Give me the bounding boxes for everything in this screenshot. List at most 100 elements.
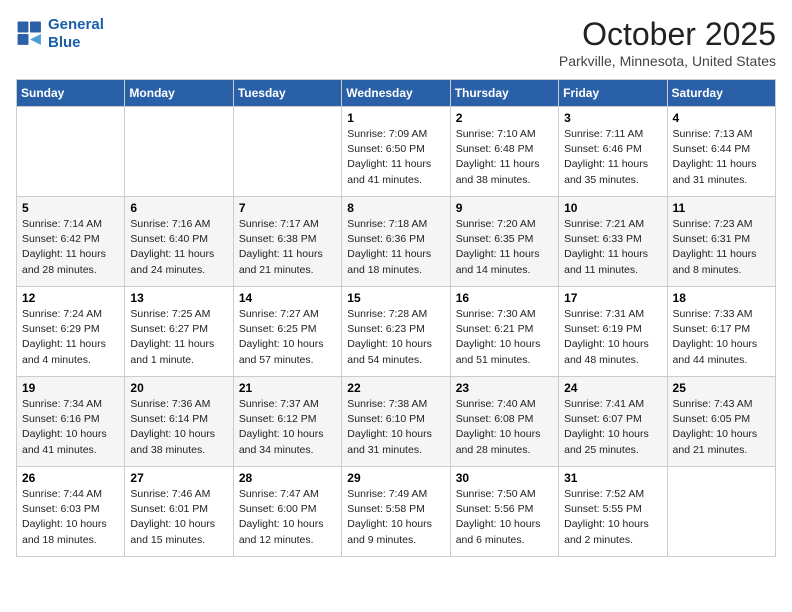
- calendar-cell: 15Sunrise: 7:28 AM Sunset: 6:23 PM Dayli…: [342, 287, 450, 377]
- day-number: 23: [456, 381, 553, 395]
- day-number: 1: [347, 111, 444, 125]
- day-number: 26: [22, 471, 119, 485]
- calendar-cell: 22 Sunrise: 7:38 AM Sunset: 6:10 PM Dayli…: [342, 377, 450, 467]
- calendar-cell: 27 Sunrise: 7:46 AM Sunset: 6:01 PM Dayli…: [125, 467, 233, 557]
- calendar-cell: 19Sunrise: 7:34 AM Sunset: 6:16 PM Dayli…: [17, 377, 125, 467]
- day-number: 22: [347, 381, 444, 395]
- day-number: 7: [239, 201, 336, 215]
- day-number: 3: [564, 111, 661, 125]
- calendar-cell: 31Sunrise: 7:52 AM Sunset: 5:55 PM Dayli…: [559, 467, 667, 557]
- calendar-cell: 3 Sunrise: 7:11 AM Sunset: 6:46 PM Daylig…: [559, 107, 667, 197]
- day-info: Sunrise: 7:17 AM Sunset: 6:38 PM Dayligh…: [239, 217, 336, 278]
- calendar-cell: 25 Sunrise: 7:43 AM Sunset: 6:05 PM Dayli…: [667, 377, 775, 467]
- calendar-cell: 24 Sunrise: 7:41 AM Sunset: 6:07 PM Dayli…: [559, 377, 667, 467]
- day-info: Sunrise: 7:27 AM Sunset: 6:25 PM Dayligh…: [239, 307, 336, 368]
- day-number: 10: [564, 201, 661, 215]
- day-info: Sunrise: 7:30 AM Sunset: 6:21 PM Dayligh…: [456, 307, 553, 368]
- calendar-cell: 20 Sunrise: 7:36 AM Sunset: 6:14 PM Dayli…: [125, 377, 233, 467]
- day-info: Sunrise: 7:41 AM Sunset: 6:07 PM Dayligh…: [564, 397, 661, 458]
- day-number: 21: [239, 381, 336, 395]
- day-info: Sunrise: 7:46 AM Sunset: 6:01 PM Dayligh…: [130, 487, 227, 548]
- calendar-cell: 23 Sunrise: 7:40 AM Sunset: 6:08 PM Dayli…: [450, 377, 558, 467]
- calendar-cell: 28Sunrise: 7:47 AM Sunset: 6:00 PM Dayli…: [233, 467, 341, 557]
- calendar-cell: 16 Sunrise: 7:30 AM Sunset: 6:21 PM Dayli…: [450, 287, 558, 377]
- calendar-cell: 18 Sunrise: 7:33 AM Sunset: 6:17 PM Dayli…: [667, 287, 775, 377]
- day-number: 30: [456, 471, 553, 485]
- calendar-cell: 2 Sunrise: 7:10 AM Sunset: 6:48 PM Daylig…: [450, 107, 558, 197]
- title-area: October 2025 Parkville, Minnesota, Unite…: [559, 16, 776, 69]
- calendar-cell: 29 Sunrise: 7:49 AM Sunset: 5:58 PM Dayli…: [342, 467, 450, 557]
- day-number: 5: [22, 201, 119, 215]
- day-info: Sunrise: 7:24 AM Sunset: 6:29 PM Dayligh…: [22, 307, 119, 368]
- day-info: Sunrise: 7:33 AM Sunset: 6:17 PM Dayligh…: [673, 307, 770, 368]
- day-info: Sunrise: 7:23 AM Sunset: 6:31 PM Dayligh…: [673, 217, 770, 278]
- day-number: 18: [673, 291, 770, 305]
- day-number: 8: [347, 201, 444, 215]
- day-number: 20: [130, 381, 227, 395]
- day-info: Sunrise: 7:25 AM Sunset: 6:27 PM Dayligh…: [130, 307, 227, 368]
- day-number: 25: [673, 381, 770, 395]
- col-header-friday: Friday: [559, 80, 667, 107]
- logo-text: General Blue: [48, 16, 104, 52]
- day-info: Sunrise: 7:38 AM Sunset: 6:10 PM Dayligh…: [347, 397, 444, 458]
- week-row-4: 19Sunrise: 7:34 AM Sunset: 6:16 PM Dayli…: [17, 377, 776, 467]
- day-header-row: SundayMondayTuesdayWednesdayThursdayFrid…: [17, 80, 776, 107]
- day-info: Sunrise: 7:40 AM Sunset: 6:08 PM Dayligh…: [456, 397, 553, 458]
- calendar-cell: 7 Sunrise: 7:17 AM Sunset: 6:38 PM Daylig…: [233, 197, 341, 287]
- calendar-cell: 6 Sunrise: 7:16 AM Sunset: 6:40 PM Daylig…: [125, 197, 233, 287]
- day-info: Sunrise: 7:16 AM Sunset: 6:40 PM Dayligh…: [130, 217, 227, 278]
- calendar-cell: 5 Sunrise: 7:14 AM Sunset: 6:42 PM Daylig…: [17, 197, 125, 287]
- col-header-saturday: Saturday: [667, 80, 775, 107]
- calendar-cell: 11 Sunrise: 7:23 AM Sunset: 6:31 PM Dayli…: [667, 197, 775, 287]
- logo: General Blue: [16, 16, 104, 52]
- day-number: 17: [564, 291, 661, 305]
- day-info: Sunrise: 7:52 AM Sunset: 5:55 PM Dayligh…: [564, 487, 661, 548]
- calendar-cell: 30Sunrise: 7:50 AM Sunset: 5:56 PM Dayli…: [450, 467, 558, 557]
- header: General Blue October 2025 Parkville, Min…: [16, 16, 776, 69]
- day-info: Sunrise: 7:37 AM Sunset: 6:12 PM Dayligh…: [239, 397, 336, 458]
- day-number: 11: [673, 201, 770, 215]
- calendar-cell: 9Sunrise: 7:20 AM Sunset: 6:35 PM Daylig…: [450, 197, 558, 287]
- calendar-cell: 10 Sunrise: 7:21 AM Sunset: 6:33 PM Dayli…: [559, 197, 667, 287]
- calendar-cell: 26 Sunrise: 7:44 AM Sunset: 6:03 PM Dayli…: [17, 467, 125, 557]
- calendar-cell: 14 Sunrise: 7:27 AM Sunset: 6:25 PM Dayli…: [233, 287, 341, 377]
- calendar-cell: [667, 467, 775, 557]
- day-number: 19: [22, 381, 119, 395]
- day-info: Sunrise: 7:49 AM Sunset: 5:58 PM Dayligh…: [347, 487, 444, 548]
- col-header-wednesday: Wednesday: [342, 80, 450, 107]
- day-info: Sunrise: 7:36 AM Sunset: 6:14 PM Dayligh…: [130, 397, 227, 458]
- calendar-cell: 13 Sunrise: 7:25 AM Sunset: 6:27 PM Dayli…: [125, 287, 233, 377]
- day-number: 27: [130, 471, 227, 485]
- logo-icon: [16, 20, 44, 48]
- day-number: 16: [456, 291, 553, 305]
- day-info: Sunrise: 7:21 AM Sunset: 6:33 PM Dayligh…: [564, 217, 661, 278]
- day-number: 6: [130, 201, 227, 215]
- calendar-cell: 12Sunrise: 7:24 AM Sunset: 6:29 PM Dayli…: [17, 287, 125, 377]
- day-number: 2: [456, 111, 553, 125]
- day-info: Sunrise: 7:09 AM Sunset: 6:50 PM Dayligh…: [347, 127, 444, 188]
- day-info: Sunrise: 7:20 AM Sunset: 6:35 PM Dayligh…: [456, 217, 553, 278]
- col-header-thursday: Thursday: [450, 80, 558, 107]
- month-title: October 2025: [559, 16, 776, 53]
- day-number: 13: [130, 291, 227, 305]
- day-info: Sunrise: 7:10 AM Sunset: 6:48 PM Dayligh…: [456, 127, 553, 188]
- day-number: 29: [347, 471, 444, 485]
- week-row-2: 5 Sunrise: 7:14 AM Sunset: 6:42 PM Daylig…: [17, 197, 776, 287]
- logo-line2: Blue: [48, 34, 81, 51]
- day-info: Sunrise: 7:31 AM Sunset: 6:19 PM Dayligh…: [564, 307, 661, 368]
- calendar-cell: 17 Sunrise: 7:31 AM Sunset: 6:19 PM Dayli…: [559, 287, 667, 377]
- week-row-5: 26 Sunrise: 7:44 AM Sunset: 6:03 PM Dayli…: [17, 467, 776, 557]
- calendar-cell: [125, 107, 233, 197]
- day-info: Sunrise: 7:44 AM Sunset: 6:03 PM Dayligh…: [22, 487, 119, 548]
- day-info: Sunrise: 7:13 AM Sunset: 6:44 PM Dayligh…: [673, 127, 770, 188]
- day-number: 24: [564, 381, 661, 395]
- calendar-cell: [233, 107, 341, 197]
- col-header-tuesday: Tuesday: [233, 80, 341, 107]
- day-info: Sunrise: 7:11 AM Sunset: 6:46 PM Dayligh…: [564, 127, 661, 188]
- day-info: Sunrise: 7:43 AM Sunset: 6:05 PM Dayligh…: [673, 397, 770, 458]
- day-number: 28: [239, 471, 336, 485]
- day-number: 4: [673, 111, 770, 125]
- day-number: 14: [239, 291, 336, 305]
- day-info: Sunrise: 7:14 AM Sunset: 6:42 PM Dayligh…: [22, 217, 119, 278]
- day-info: Sunrise: 7:18 AM Sunset: 6:36 PM Dayligh…: [347, 217, 444, 278]
